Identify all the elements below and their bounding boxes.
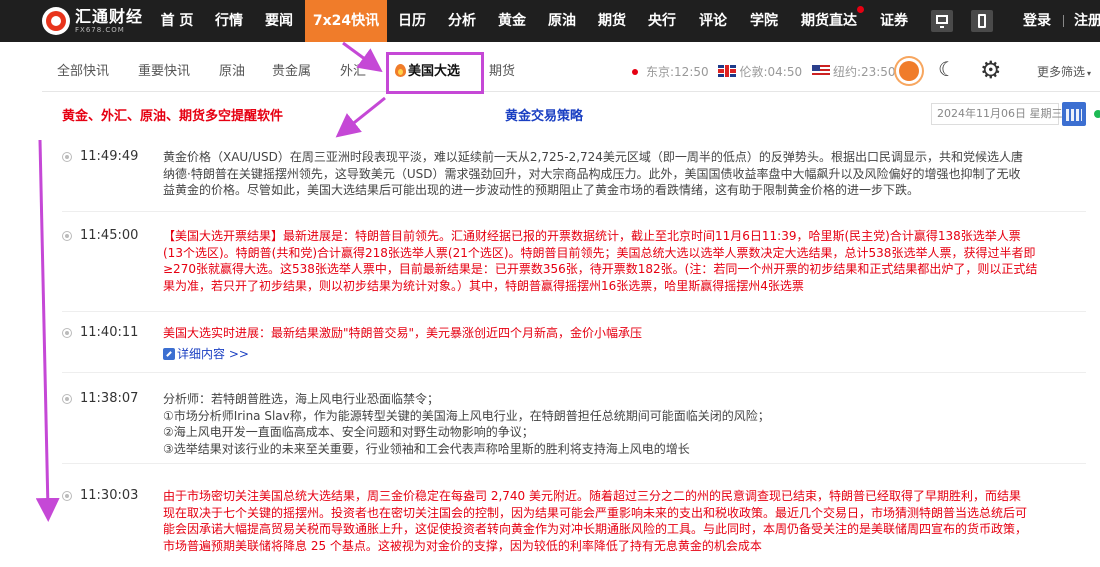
timeline-dot-icon — [62, 491, 72, 501]
nav-item-news[interactable]: 要闻 — [256, 0, 302, 42]
flash-item: 11:30:03 由于市场密切关注美国总统大选结果，周三金价稳定在每盎司 2,7… — [62, 478, 1086, 567]
more-filter-dropdown[interactable]: 更多筛选 ▾ — [1037, 52, 1091, 92]
flash-time: 11:49:49 — [80, 149, 139, 164]
flash-line: 果为准，若只开了初步结果，则以初步结果为统计对象。）其中，特朗普赢得摇摆州16张… — [163, 278, 804, 293]
detail-link-label: 详细内容 >> — [177, 346, 249, 361]
clock-tokyo: 东京:12:50 — [646, 65, 709, 79]
flash-time: 11:45:00 — [80, 228, 139, 243]
mobile-app-button[interactable] — [971, 10, 993, 32]
nav-item-securities[interactable]: 证券 — [872, 0, 916, 42]
phone-icon — [978, 14, 986, 28]
desktop-app-button[interactable] — [931, 10, 953, 32]
flash-content: 黄金价格（XAU/USD）在周三亚洲时段表现平淡，难以延续前一天从2,725-2… — [163, 149, 1080, 199]
flash-time: 11:40:11 — [80, 325, 139, 340]
gold-strategy-link[interactable]: 黄金交易策略 — [505, 105, 583, 124]
flash-time: 11:30:03 — [80, 488, 139, 503]
flash-line: 黄金价格（XAU/USD）在周三亚洲时段表现平淡，难以延续前一天从2,725-2… — [163, 150, 1023, 164]
tab-important-flash[interactable]: 重要快讯 — [138, 52, 190, 92]
settings-gear-icon[interactable]: ⚙ — [980, 58, 1004, 82]
flash-line: (13个选区)。特朗普(共和党)合计赢得218张选举人票(21个选区)。特朗普目… — [163, 245, 1036, 260]
flash-line: 纳德·特朗普在关键摇摆州领先，这导致美元（USD）需求强劲回升，对大宗商品构成压… — [163, 166, 1021, 181]
nav-item-quotes[interactable]: 行情 — [206, 0, 252, 42]
tab-futures[interactable]: 期货 — [489, 52, 515, 92]
date-picker-field[interactable]: 2024年11月06日 星期三 — [931, 103, 1063, 125]
flash-line: 分析师：若特朗普胜选，海上风电行业恐面临禁令； — [163, 392, 440, 406]
tab-crude-oil[interactable]: 原油 — [219, 52, 245, 92]
nav-item-analysis[interactable]: 分析 — [440, 0, 484, 42]
timeline-dot-icon — [62, 152, 72, 162]
clock-london: 伦敦:04:50 — [739, 65, 803, 79]
site-logo[interactable]: 汇通财经 FX678.COM — [42, 7, 143, 35]
login-link[interactable]: 登录 — [1017, 0, 1057, 42]
flash-item: 11:49:49 黄金价格（XAU/USD）在周三亚洲时段表现平淡，难以延续前一… — [62, 140, 1086, 212]
notification-dot-icon — [857, 6, 864, 13]
us-election-tab-highlight — [386, 52, 484, 94]
nav-item-home[interactable]: 首 页 — [150, 0, 204, 42]
top-navigation-bar: 汇通财经 FX678.COM 首 页 行情 要闻 7x24快讯 日历 分析 黄金… — [0, 0, 1100, 42]
chevron-down-icon: ▾ — [1087, 69, 1092, 78]
tab-precious-metals[interactable]: 贵金属 — [272, 52, 311, 92]
detail-link[interactable]: 详细内容 >> — [163, 346, 1080, 363]
tab-all-flash[interactable]: 全部快讯 — [57, 52, 109, 92]
flash-line: ③选举结果对该行业的未来至关重要，行业领袖和工会代表声称哈里斯的胜利将支持海上风… — [163, 441, 690, 456]
nav-item-gold[interactable]: 黄金 — [490, 0, 534, 42]
flash-time: 11:38:07 — [80, 391, 139, 406]
nav-divider — [1063, 15, 1064, 27]
flash-content: 分析师：若特朗普胜选，海上风电行业恐面临禁令； ①市场分析师Irina Slav… — [163, 391, 1080, 457]
nav-item-academy[interactable]: 学院 — [742, 0, 786, 42]
arrow-to-feed — [335, 96, 386, 138]
link-icon — [163, 347, 175, 360]
nav-item-commentary[interactable]: 评论 — [691, 0, 735, 42]
flash-item: 11:38:07 分析师：若特朗普胜选，海上风电行业恐面临禁令； ①市场分析师I… — [62, 382, 1086, 464]
flash-content: 【美国大选开票结果】最新进展是：特朗普目前领先。汇通财经据已报的开票数据统计，截… — [163, 228, 1080, 294]
dark-mode-moon-icon[interactable]: ☾ — [938, 59, 956, 79]
timeline-arrow — [35, 139, 60, 522]
uk-flag-icon — [718, 65, 737, 77]
flash-line: ≥270张就赢得大选。这538张选举人票中，目前最新结果是：已开票数356张，待… — [163, 262, 1038, 276]
monitor-icon — [936, 15, 948, 28]
flash-line: 市场普遍预期美联储将降息 25 个基点。这被视为对金价的支撑，因为较低的利率降低… — [163, 538, 762, 553]
flash-content: 由于市场密切关注美国总统大选结果，周三金价稳定在每盎司 2,740 美元附近。随… — [163, 488, 1080, 554]
nav-item-central-bank[interactable]: 央行 — [640, 0, 684, 42]
flash-line: 【美国大选开票结果】最新进展是：特朗普目前领先。汇通财经据已报的开票数据统计，截… — [163, 229, 1021, 243]
flash-line: 益黄金的价格。尽管如此，美国大选结果后可能出现的进一步波动性的预期阻止了黄金市场… — [163, 183, 920, 197]
flash-content: 美国大选实时进展：最新结果激励"特朗普交易"，美元暴涨创近四个月新高，金价小幅承… — [163, 325, 1080, 362]
flash-line: 由于市场密切关注美国总统大选结果，周三金价稳定在每盎司 2,740 美元附近。随… — [163, 489, 1021, 503]
live-dot-icon — [632, 69, 638, 75]
logo-name: 汇通财经 — [75, 6, 144, 26]
logo-url: FX678.COM — [75, 25, 125, 34]
flash-line: 美国大选实时进展：最新结果激励"特朗普交易"，美元暴涨创近四个月新高，金价小幅承… — [163, 326, 643, 340]
nav-item-7x24-flash[interactable]: 7x24快讯 — [305, 0, 387, 42]
nav-item-calendar[interactable]: 日历 — [390, 0, 434, 42]
more-filter-label: 更多筛选 — [1037, 65, 1086, 79]
flash-line: 能会因承诺大幅提高贸易关税而导致通胀上升，这促使投资者转向黄金作为对冲长期通胀风… — [163, 522, 1028, 536]
nav-item-crude-oil[interactable]: 原油 — [540, 0, 584, 42]
nav-item-futures-direct[interactable]: 期货直达 — [796, 0, 862, 42]
clock-newyork: 纽约:23:50 — [832, 65, 896, 79]
flash-item: 11:45:00 【美国大选开票结果】最新进展是：特朗普目前领先。汇通财经据已报… — [62, 218, 1086, 312]
logo-icon — [42, 7, 70, 35]
world-clocks: 东京:12:50 伦敦:04:50 纽约:23:50 — [632, 52, 896, 92]
light-mode-sun-icon[interactable] — [899, 61, 919, 81]
timeline-dot-icon — [62, 394, 72, 404]
tab-forex[interactable]: 外汇 — [340, 52, 366, 92]
flash-line: ①市场分析师Irina Slav称，作为能源转型关键的美国海上风电行业，在特朗普… — [163, 408, 770, 423]
alert-software-promo-link[interactable]: 黄金、外汇、原油、期货多空提醒软件 — [62, 105, 283, 124]
register-link[interactable]: 注册 — [1074, 0, 1100, 42]
flash-line: ②海上风电开发一直面临高成本、安全问题和对野生动物影响的争议； — [163, 425, 534, 439]
timeline-dot-icon — [62, 328, 72, 338]
online-status-dot-icon — [1094, 110, 1100, 118]
calendar-icon[interactable] — [1062, 102, 1086, 126]
timeline-dot-icon — [62, 231, 72, 241]
flash-line: 现在取决于七个关键的摇摆州。投资者也在密切关注国会的控制，因为结果可能会严重影响… — [163, 505, 1028, 520]
us-flag-icon — [811, 65, 830, 77]
flash-item: 11:40:11 美国大选实时进展：最新结果激励"特朗普交易"，美元暴涨创近四个… — [62, 315, 1086, 373]
nav-item-futures[interactable]: 期货 — [590, 0, 634, 42]
